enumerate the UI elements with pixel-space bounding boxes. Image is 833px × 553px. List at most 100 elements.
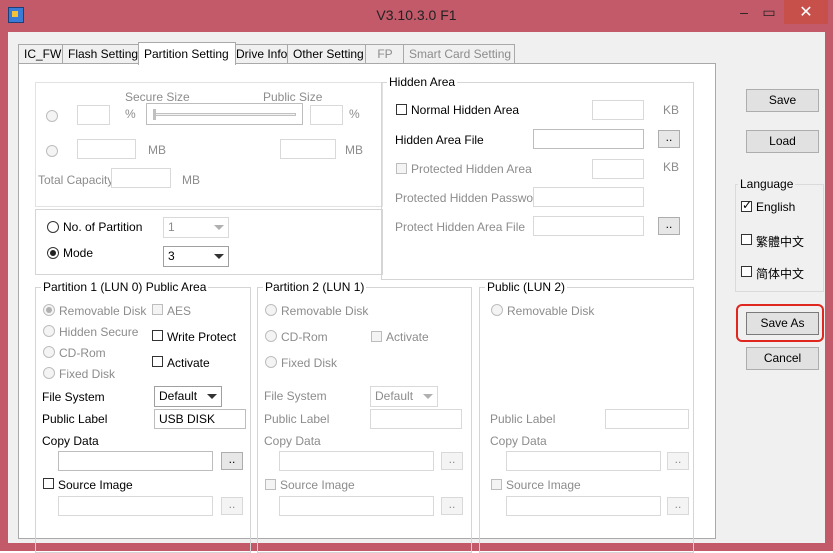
p1-removable-disk-radio[interactable] [43,304,55,316]
lun2-removable-disk-label: Removable Disk [507,304,595,318]
mode-value: 3 [168,249,175,263]
lun2-source-image-checkbox[interactable] [491,479,502,490]
minimize-icon[interactable]: – [732,0,756,24]
p2-public-label-input[interactable] [370,409,462,429]
trad-chinese-checkbox[interactable] [741,234,752,245]
p1-copy-data-label: Copy Data [42,434,99,448]
english-label: English [756,200,796,214]
lun2-source-image-input[interactable] [506,496,661,516]
partition2-title: Partition 2 (LUN 1) [263,280,367,294]
p2-fixed-disk-radio[interactable] [265,356,277,368]
secure-percent-input[interactable] [77,105,110,125]
simp-chinese-label: 简体中文 [756,267,805,281]
p2-source-image-checkbox[interactable] [265,479,276,490]
slider-thumb[interactable] [153,109,156,120]
p2-source-image-browse-button[interactable]: .. [441,497,463,515]
tab-smart-card-setting[interactable]: Smart Card Setting [403,44,515,64]
p2-removable-disk-radio[interactable] [265,304,277,316]
p1-removable-disk-label: Removable Disk [59,304,147,318]
window-title: V3.10.3.0 F1 [376,7,457,23]
lun2-copy-data-browse-button[interactable]: .. [667,452,689,470]
protected-hidden-area-checkbox[interactable] [396,163,407,174]
p1-copy-data-input[interactable] [58,451,213,471]
tab-other-setting[interactable]: Other Setting [287,44,367,64]
p1-cd-rom-radio[interactable] [43,346,55,358]
p1-source-image-input[interactable] [58,496,213,516]
save-button[interactable]: Save [746,89,819,112]
no-of-partition-select[interactable]: 1 [163,217,229,238]
title-bar: V3.10.3.0 F1 – ▭ ✕ [0,0,833,32]
normal-hidden-size-input[interactable] [592,100,644,120]
p1-file-system-value: Default [159,389,198,403]
lun2-public-label-input[interactable] [605,409,689,429]
p1-cd-rom-label: CD-Rom [59,346,106,360]
secure-mb-input[interactable] [77,139,136,159]
lun2-copy-data-input[interactable] [506,451,661,471]
p2-removable-disk-label: Removable Disk [281,304,369,318]
p1-source-image-browse-button[interactable]: .. [221,497,243,515]
p1-file-system-label: File System [42,390,105,404]
p1-source-image-label: Source Image [58,478,133,492]
lun2-removable-disk-radio[interactable] [491,304,503,316]
total-capacity-label: Total Capacity [38,173,114,187]
p1-activate-label: Activate [167,356,210,370]
public-lun2-title: Public (LUN 2) [485,280,568,294]
p2-activate-checkbox[interactable] [371,331,382,342]
protect-hidden-area-file-label: Protect Hidden Area File [395,220,526,234]
secure-size-label: Secure Size [125,90,190,104]
load-button[interactable]: Load [746,130,819,153]
simp-chinese-checkbox[interactable] [741,266,752,277]
p2-file-system-label: File System [264,389,327,403]
p1-aes-checkbox[interactable] [152,304,163,315]
normal-hidden-area-checkbox[interactable] [396,104,407,115]
protected-hidden-size-input[interactable] [592,159,644,179]
chevron-down-icon [214,225,224,230]
tab-fp[interactable]: FP [365,44,405,64]
total-capacity-input[interactable] [111,168,171,188]
tab-drive-info[interactable]: Drive Info [230,44,294,64]
mode-radio[interactable] [47,247,59,259]
maximize-icon[interactable]: ▭ [756,0,782,24]
p2-copy-data-input[interactable] [279,451,434,471]
tab-partition-setting[interactable]: Partition Setting [138,42,236,65]
chevron-down-icon [214,254,224,259]
p1-source-image-checkbox[interactable] [43,478,54,489]
p1-activate-checkbox[interactable] [152,356,163,367]
size-slider[interactable] [146,103,303,125]
no-of-partition-radio[interactable] [47,221,59,233]
protect-hidden-area-file-input[interactable] [533,216,644,236]
chevron-down-icon [207,394,217,399]
hidden-area-file-browse-button[interactable]: .. [658,130,680,148]
cancel-button[interactable]: Cancel [746,347,819,370]
p1-fixed-disk-label: Fixed Disk [59,367,116,381]
p1-file-system-select[interactable]: Default [154,386,222,407]
protect-hidden-area-file-browse-button[interactable]: .. [658,217,680,235]
protected-hidden-password-label: Protected Hidden Password [395,191,544,205]
public-percent-input[interactable] [310,105,343,125]
tab-flash-setting[interactable]: Flash Setting [62,44,140,64]
close-icon[interactable]: ✕ [784,0,828,24]
english-checkbox[interactable] [741,198,752,212]
p2-file-system-select[interactable]: Default [370,386,438,407]
p2-cd-rom-radio[interactable] [265,330,277,342]
p1-write-protect-checkbox[interactable] [152,330,163,341]
tab-ic-fw[interactable]: IC_FW [18,44,63,64]
p2-source-image-input[interactable] [279,496,434,516]
p1-aes-label: AES [167,304,192,318]
mode-select[interactable]: 3 [163,246,229,267]
lun2-source-image-browse-button[interactable]: .. [667,497,689,515]
p1-public-label-input[interactable]: USB DISK [154,409,246,429]
application-window: V3.10.3.0 F1 – ▭ ✕ IC_FW Flash Setting P… [0,0,833,553]
public-size-label: Public Size [263,90,323,104]
p1-hidden-secure-radio[interactable] [43,325,55,337]
size-percent-radio[interactable] [46,110,58,122]
save-as-button[interactable]: Save As [746,312,819,335]
p2-copy-data-browse-button[interactable]: .. [441,452,463,470]
size-mb-radio[interactable] [46,145,58,157]
p1-copy-data-browse-button[interactable]: .. [221,452,243,470]
public-lun2-group: Public (LUN 2) Removable Disk Public Lab… [479,280,694,553]
public-mb-input[interactable] [280,139,336,159]
protected-hidden-password-input[interactable] [533,187,644,207]
p1-fixed-disk-radio[interactable] [43,367,55,379]
hidden-area-file-input[interactable] [533,129,644,149]
